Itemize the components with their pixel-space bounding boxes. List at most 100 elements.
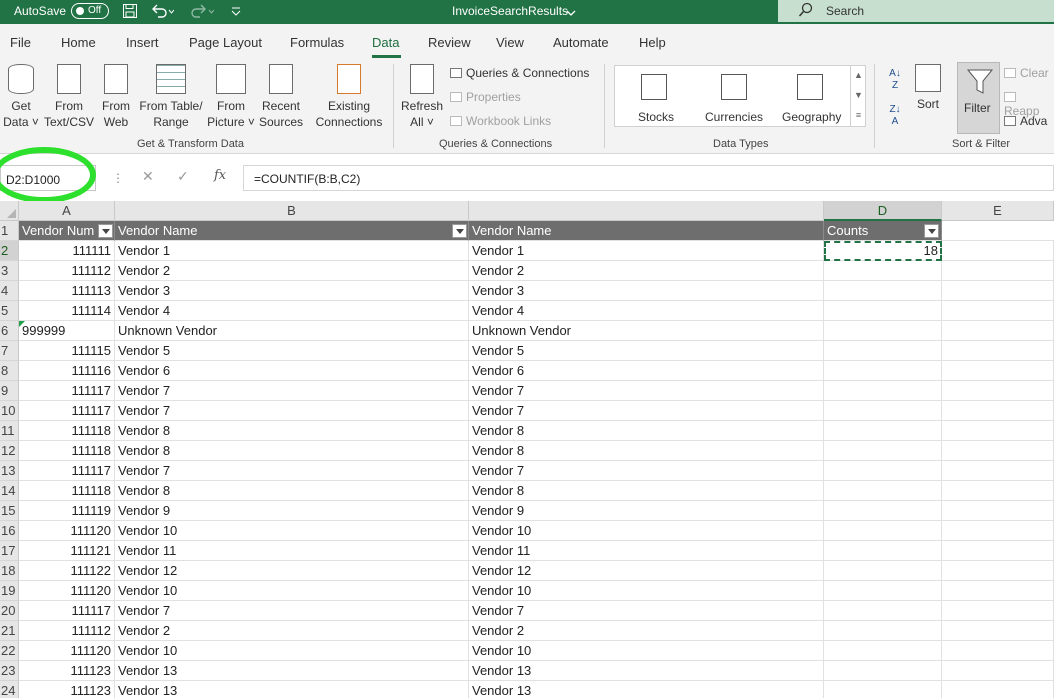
cell-vendor-num[interactable]: 111122 (19, 561, 115, 581)
from-picture-button[interactable]: From Picture ˅ (204, 64, 258, 130)
workbook-links-button[interactable]: Workbook Links (450, 114, 551, 128)
empty-cell[interactable] (942, 401, 1054, 421)
cell-vendor-name[interactable]: Vendor 4 (115, 301, 469, 321)
cell-vendor-name-2[interactable]: Vendor 8 (469, 481, 824, 501)
cell-counts[interactable] (824, 261, 942, 281)
empty-cell[interactable] (942, 561, 1054, 581)
cell-counts[interactable] (824, 421, 942, 441)
cell-vendor-name[interactable]: Vendor 2 (115, 621, 469, 641)
empty-cell[interactable] (942, 281, 1054, 301)
row-number[interactable]: 21 (0, 621, 19, 641)
cell-vendor-name-2[interactable]: Unknown Vendor (469, 321, 824, 341)
customize-toolbar-icon[interactable] (230, 3, 242, 22)
empty-cell[interactable] (942, 341, 1054, 361)
row-number[interactable]: 16 (0, 521, 19, 541)
cell-vendor-name-2[interactable]: Vendor 2 (469, 621, 824, 641)
cell-vendor-name-2[interactable]: Vendor 12 (469, 561, 824, 581)
cell-counts[interactable] (824, 621, 942, 641)
cell-vendor-name[interactable]: Vendor 7 (115, 381, 469, 401)
cell-vendor-name[interactable]: Vendor 10 (115, 521, 469, 541)
cell-vendor-name-2[interactable]: Vendor 4 (469, 301, 824, 321)
cell-vendor-num[interactable]: 111114 (19, 301, 115, 321)
tab-file[interactable]: File (10, 35, 31, 50)
cell-counts[interactable] (824, 321, 942, 341)
empty-cell[interactable] (942, 621, 1054, 641)
cell-counts[interactable] (824, 601, 942, 621)
cell-vendor-num[interactable]: 111113 (19, 281, 115, 301)
name-box[interactable]: D2:D1000 (0, 165, 96, 191)
cell-vendor-name-2[interactable]: Vendor 8 (469, 421, 824, 441)
empty-cell[interactable] (942, 221, 1054, 241)
cell-vendor-name[interactable]: Vendor 7 (115, 401, 469, 421)
filter-dropdown-icon[interactable] (98, 224, 113, 238)
cell-vendor-num[interactable]: 111120 (19, 521, 115, 541)
empty-cell[interactable] (942, 641, 1054, 661)
cell-vendor-name-2[interactable]: Vendor 7 (469, 401, 824, 421)
empty-cell[interactable] (942, 581, 1054, 601)
empty-cell[interactable] (942, 461, 1054, 481)
empty-cell[interactable] (942, 681, 1054, 698)
row-number[interactable]: 20 (0, 601, 19, 621)
cell-vendor-name-2[interactable]: Vendor 8 (469, 441, 824, 461)
row-number[interactable]: 18 (0, 561, 19, 581)
cell-vendor-num[interactable]: 111119 (19, 501, 115, 521)
row-number[interactable]: 3 (0, 261, 19, 281)
queries-connections-button[interactable]: Queries & Connections (450, 66, 589, 80)
empty-cell[interactable] (942, 301, 1054, 321)
cell-vendor-name[interactable]: Vendor 13 (115, 661, 469, 681)
cell-vendor-name[interactable]: Vendor 6 (115, 361, 469, 381)
row-number[interactable]: 7 (0, 341, 19, 361)
tab-data[interactable]: Data (372, 35, 399, 50)
cell-vendor-name[interactable]: Vendor 5 (115, 341, 469, 361)
cell-vendor-num[interactable]: 111115 (19, 341, 115, 361)
cell-counts[interactable] (824, 561, 942, 581)
empty-cell[interactable] (942, 381, 1054, 401)
cell-vendor-num[interactable]: 111123 (19, 681, 115, 698)
cell-vendor-num[interactable]: 111118 (19, 481, 115, 501)
cell-vendor-num[interactable]: 111123 (19, 661, 115, 681)
row-number[interactable]: 8 (0, 361, 19, 381)
cell-vendor-name-2[interactable]: Vendor 10 (469, 641, 824, 661)
cell-vendor-name-2[interactable]: Vendor 1 (469, 241, 824, 261)
filter-button[interactable]: Filter (957, 62, 1000, 134)
undo-icon[interactable] (150, 3, 175, 22)
properties-button[interactable]: Properties (450, 90, 521, 104)
cell-counts[interactable] (824, 681, 942, 698)
row-number[interactable]: 11 (0, 421, 19, 441)
row-number[interactable]: 2 (0, 241, 19, 261)
column-header-d[interactable]: D (824, 201, 942, 221)
stocks-button[interactable]: Stocks (638, 110, 674, 124)
cell-counts[interactable] (824, 281, 942, 301)
recent-sources-button[interactable]: Recent Sources (258, 64, 304, 130)
document-title[interactable]: InvoiceSearchResults (452, 4, 568, 18)
tab-formulas[interactable]: Formulas (290, 35, 344, 50)
cell-vendor-name[interactable]: Vendor 13 (115, 681, 469, 698)
get-data-button[interactable]: Get Data ˅ (2, 64, 40, 130)
cell-vendor-num[interactable]: 111120 (19, 641, 115, 661)
empty-cell[interactable] (942, 321, 1054, 341)
header-cell-vendor-name[interactable]: Vendor Name (115, 221, 469, 241)
cell-counts[interactable] (824, 541, 942, 561)
column-header-e[interactable]: E (942, 201, 1054, 221)
column-header-a[interactable]: A (19, 201, 115, 221)
tab-review[interactable]: Review (428, 35, 471, 50)
cell-counts[interactable] (824, 581, 942, 601)
empty-cell[interactable] (942, 501, 1054, 521)
row-number[interactable]: 14 (0, 481, 19, 501)
from-text-csv-button[interactable]: From Text/CSV (44, 64, 94, 130)
tab-page-layout[interactable]: Page Layout (189, 35, 262, 50)
refresh-all-button[interactable]: Refresh All ˅ (400, 64, 444, 130)
currencies-button[interactable]: Currencies (705, 110, 763, 124)
cell-vendor-name-2[interactable]: Vendor 6 (469, 361, 824, 381)
row-number[interactable]: 13 (0, 461, 19, 481)
cell-vendor-name-2[interactable]: Vendor 3 (469, 281, 824, 301)
cell-counts[interactable] (824, 481, 942, 501)
row-number[interactable]: 12 (0, 441, 19, 461)
cell-vendor-num[interactable]: 111118 (19, 421, 115, 441)
geography-button[interactable]: Geography (782, 110, 841, 124)
row-number[interactable]: 9 (0, 381, 19, 401)
from-table-range-button[interactable]: From Table/ Range (138, 64, 204, 130)
cell-vendor-name[interactable]: Vendor 3 (115, 281, 469, 301)
chevron-down-icon[interactable] (566, 5, 576, 21)
column-header-c[interactable] (469, 201, 824, 221)
